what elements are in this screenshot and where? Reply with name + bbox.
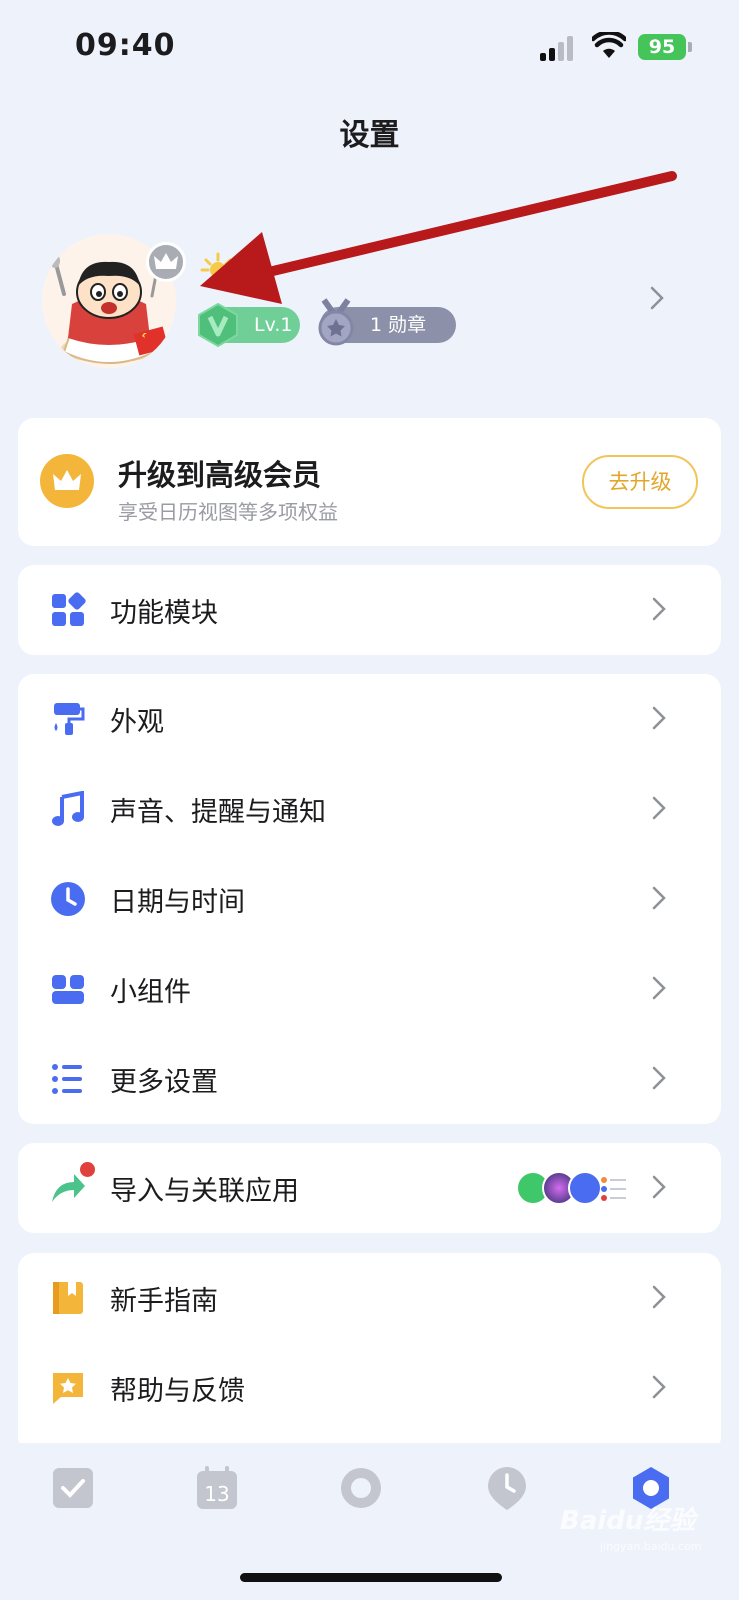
calendar-app-icon <box>568 1171 602 1205</box>
clock-icon <box>51 882 85 916</box>
music-note-icon <box>52 791 84 826</box>
tab-focus-icon[interactable] <box>338 1465 384 1511</box>
chevron-right-icon <box>652 706 666 730</box>
feedback-icon <box>53 1373 83 1404</box>
modules-icon <box>52 592 86 626</box>
menu-item-sound[interactable]: 声音、提醒与通知 <box>18 764 721 854</box>
cellular-signal-icon <box>540 35 574 61</box>
paint-roller-icon <box>54 703 85 735</box>
menu-label-import: 导入与关联应用 <box>110 1176 299 1207</box>
upgrade-button[interactable]: 去升级 <box>582 455 698 509</box>
menu-label-datetime: 日期与时间 <box>110 887 245 918</box>
help-group: 新手指南 帮助与反馈 <box>18 1253 721 1453</box>
tab-calendar-day: 13 <box>204 1482 229 1506</box>
watermark-brand: Baidu经验 <box>560 1506 696 1536</box>
level-v-icon <box>198 302 238 348</box>
battery-level: 95 <box>638 34 686 60</box>
watermark-url: jingyan.baidu.com <box>600 1540 702 1553</box>
home-indicator[interactable] <box>240 1573 502 1582</box>
wifi-icon <box>592 32 626 58</box>
menu-item-modules[interactable]: 功能模块 <box>18 565 721 655</box>
premium-crown-icon <box>40 454 94 508</box>
member-crown-icon <box>146 242 186 282</box>
chevron-right-icon <box>652 976 666 1000</box>
widget-icon <box>52 975 84 1004</box>
menu-item-appearance[interactable]: 外观 <box>18 674 721 764</box>
menu-label-help: 帮助与反馈 <box>110 1376 245 1407</box>
chevron-right-icon <box>652 597 666 621</box>
status-bar: 09:40 95 <box>0 0 739 96</box>
status-time: 09:40 <box>75 28 176 63</box>
profile-row[interactable]: Lv.1 1 勋章 <box>18 232 721 372</box>
chevron-right-icon <box>652 1375 666 1399</box>
module-card: 功能模块 <box>18 565 721 655</box>
menu-label-more-settings: 更多设置 <box>110 1067 218 1098</box>
upgrade-card[interactable]: 升级到高级会员 享受日历视图等多项权益 去升级 <box>18 418 721 546</box>
chevron-right-icon <box>652 796 666 820</box>
menu-label-appearance: 外观 <box>110 707 164 738</box>
chevron-right-icon <box>652 886 666 910</box>
notification-dot <box>80 1162 95 1177</box>
battery-cap <box>688 42 692 52</box>
sun-icon <box>200 252 232 278</box>
settings-group: 外观 声音、提醒与通知 日期与时间 小组件 更多设置 <box>18 674 721 1124</box>
menu-item-guide[interactable]: 新手指南 <box>18 1253 721 1343</box>
reminders-icon <box>601 1177 626 1201</box>
list-settings-icon <box>52 1064 82 1094</box>
medal-icon <box>318 298 354 346</box>
chevron-right-icon <box>652 1285 666 1309</box>
tab-habit-icon[interactable] <box>484 1465 530 1511</box>
menu-item-more-settings[interactable]: 更多设置 <box>18 1034 721 1124</box>
upgrade-subtitle: 享受日历视图等多项权益 <box>118 500 338 524</box>
upgrade-title: 升级到高级会员 <box>118 458 322 492</box>
chevron-right-icon <box>652 1066 666 1090</box>
share-arrow-icon <box>52 1174 85 1202</box>
page-title: 设置 <box>339 118 400 153</box>
tab-tasks-icon[interactable] <box>50 1465 96 1511</box>
menu-item-import[interactable]: 导入与关联应用 <box>18 1143 721 1233</box>
guide-book-icon <box>53 1282 83 1314</box>
linked-apps <box>516 1171 640 1207</box>
menu-item-help[interactable]: 帮助与反馈 <box>18 1343 721 1433</box>
menu-label-guide: 新手指南 <box>110 1286 218 1317</box>
tab-calendar-icon[interactable]: 13 <box>194 1465 240 1511</box>
chevron-right-icon <box>652 1175 666 1199</box>
chevron-right-icon <box>650 286 664 310</box>
menu-item-datetime[interactable]: 日期与时间 <box>18 854 721 944</box>
menu-label-modules: 功能模块 <box>110 598 218 629</box>
menu-label-sound: 声音、提醒与通知 <box>110 797 326 828</box>
menu-label-widget: 小组件 <box>110 977 191 1008</box>
import-card: 导入与关联应用 <box>18 1143 721 1233</box>
menu-item-widget[interactable]: 小组件 <box>18 944 721 1034</box>
